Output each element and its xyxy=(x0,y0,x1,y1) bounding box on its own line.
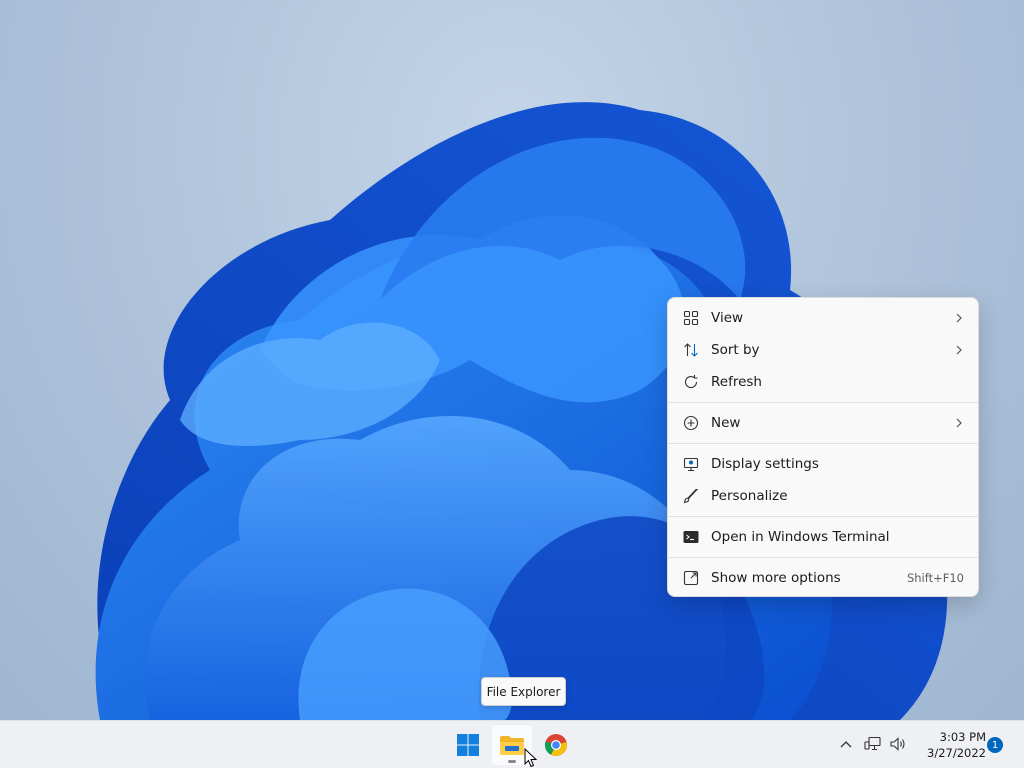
menu-separator xyxy=(668,516,978,517)
menu-item-refresh[interactable]: Refresh xyxy=(668,366,978,398)
chrome-button[interactable] xyxy=(536,725,576,765)
notification-badge[interactable]: 1 xyxy=(987,737,1003,753)
menu-separator xyxy=(668,402,978,403)
taskbar: 3:03 PM 3/27/2022 1 xyxy=(0,720,1024,768)
external-icon xyxy=(682,569,700,587)
menu-separator xyxy=(668,443,978,444)
menu-item-label: Open in Windows Terminal xyxy=(711,529,890,545)
chevron-up-icon[interactable] xyxy=(835,733,857,755)
menu-item-show-more-options[interactable]: Show more options Shift+F10 xyxy=(668,562,978,594)
menu-item-label: Show more options xyxy=(711,570,841,586)
menu-item-label: Refresh xyxy=(711,374,762,390)
windows-logo-icon xyxy=(457,734,479,756)
grid-icon xyxy=(682,309,700,327)
brush-icon xyxy=(682,487,700,505)
shortcut-label: Shift+F10 xyxy=(906,571,964,585)
terminal-icon xyxy=(682,528,700,546)
menu-item-label: Display settings xyxy=(711,456,819,472)
network-icon[interactable] xyxy=(862,733,884,755)
clock-date: 3/27/2022 xyxy=(927,746,986,760)
mouse-cursor-icon xyxy=(524,748,538,768)
menu-item-open-terminal[interactable]: Open in Windows Terminal xyxy=(668,521,978,553)
file-explorer-tooltip: File Explorer xyxy=(481,677,566,706)
chevron-right-icon xyxy=(956,418,962,428)
desktop-context-menu: View Sort by Refresh New Display setting… xyxy=(667,297,979,597)
menu-item-label: View xyxy=(711,310,744,326)
active-indicator xyxy=(508,760,516,763)
refresh-icon xyxy=(682,373,700,391)
folder-icon xyxy=(500,736,524,755)
menu-separator xyxy=(668,557,978,558)
sort-icon xyxy=(682,341,700,359)
menu-item-new[interactable]: New xyxy=(668,407,978,439)
chevron-right-icon xyxy=(956,313,962,323)
menu-item-label: Sort by xyxy=(711,342,760,358)
menu-item-sort-by[interactable]: Sort by xyxy=(668,334,978,366)
clock-time: 3:03 PM xyxy=(939,730,986,744)
start-button[interactable] xyxy=(448,725,488,765)
menu-item-label: Personalize xyxy=(711,488,788,504)
plus-circle-icon xyxy=(682,414,700,432)
chevron-right-icon xyxy=(956,345,962,355)
menu-item-personalize[interactable]: Personalize xyxy=(668,480,978,512)
taskbar-clock[interactable]: 3:03 PM 3/27/2022 xyxy=(912,729,986,761)
volume-icon[interactable] xyxy=(887,733,909,755)
chrome-icon xyxy=(544,734,567,756)
menu-item-view[interactable]: View xyxy=(668,302,978,334)
menu-item-display-settings[interactable]: Display settings xyxy=(668,448,978,480)
menu-item-label: New xyxy=(711,415,741,431)
monitor-icon xyxy=(682,455,700,473)
